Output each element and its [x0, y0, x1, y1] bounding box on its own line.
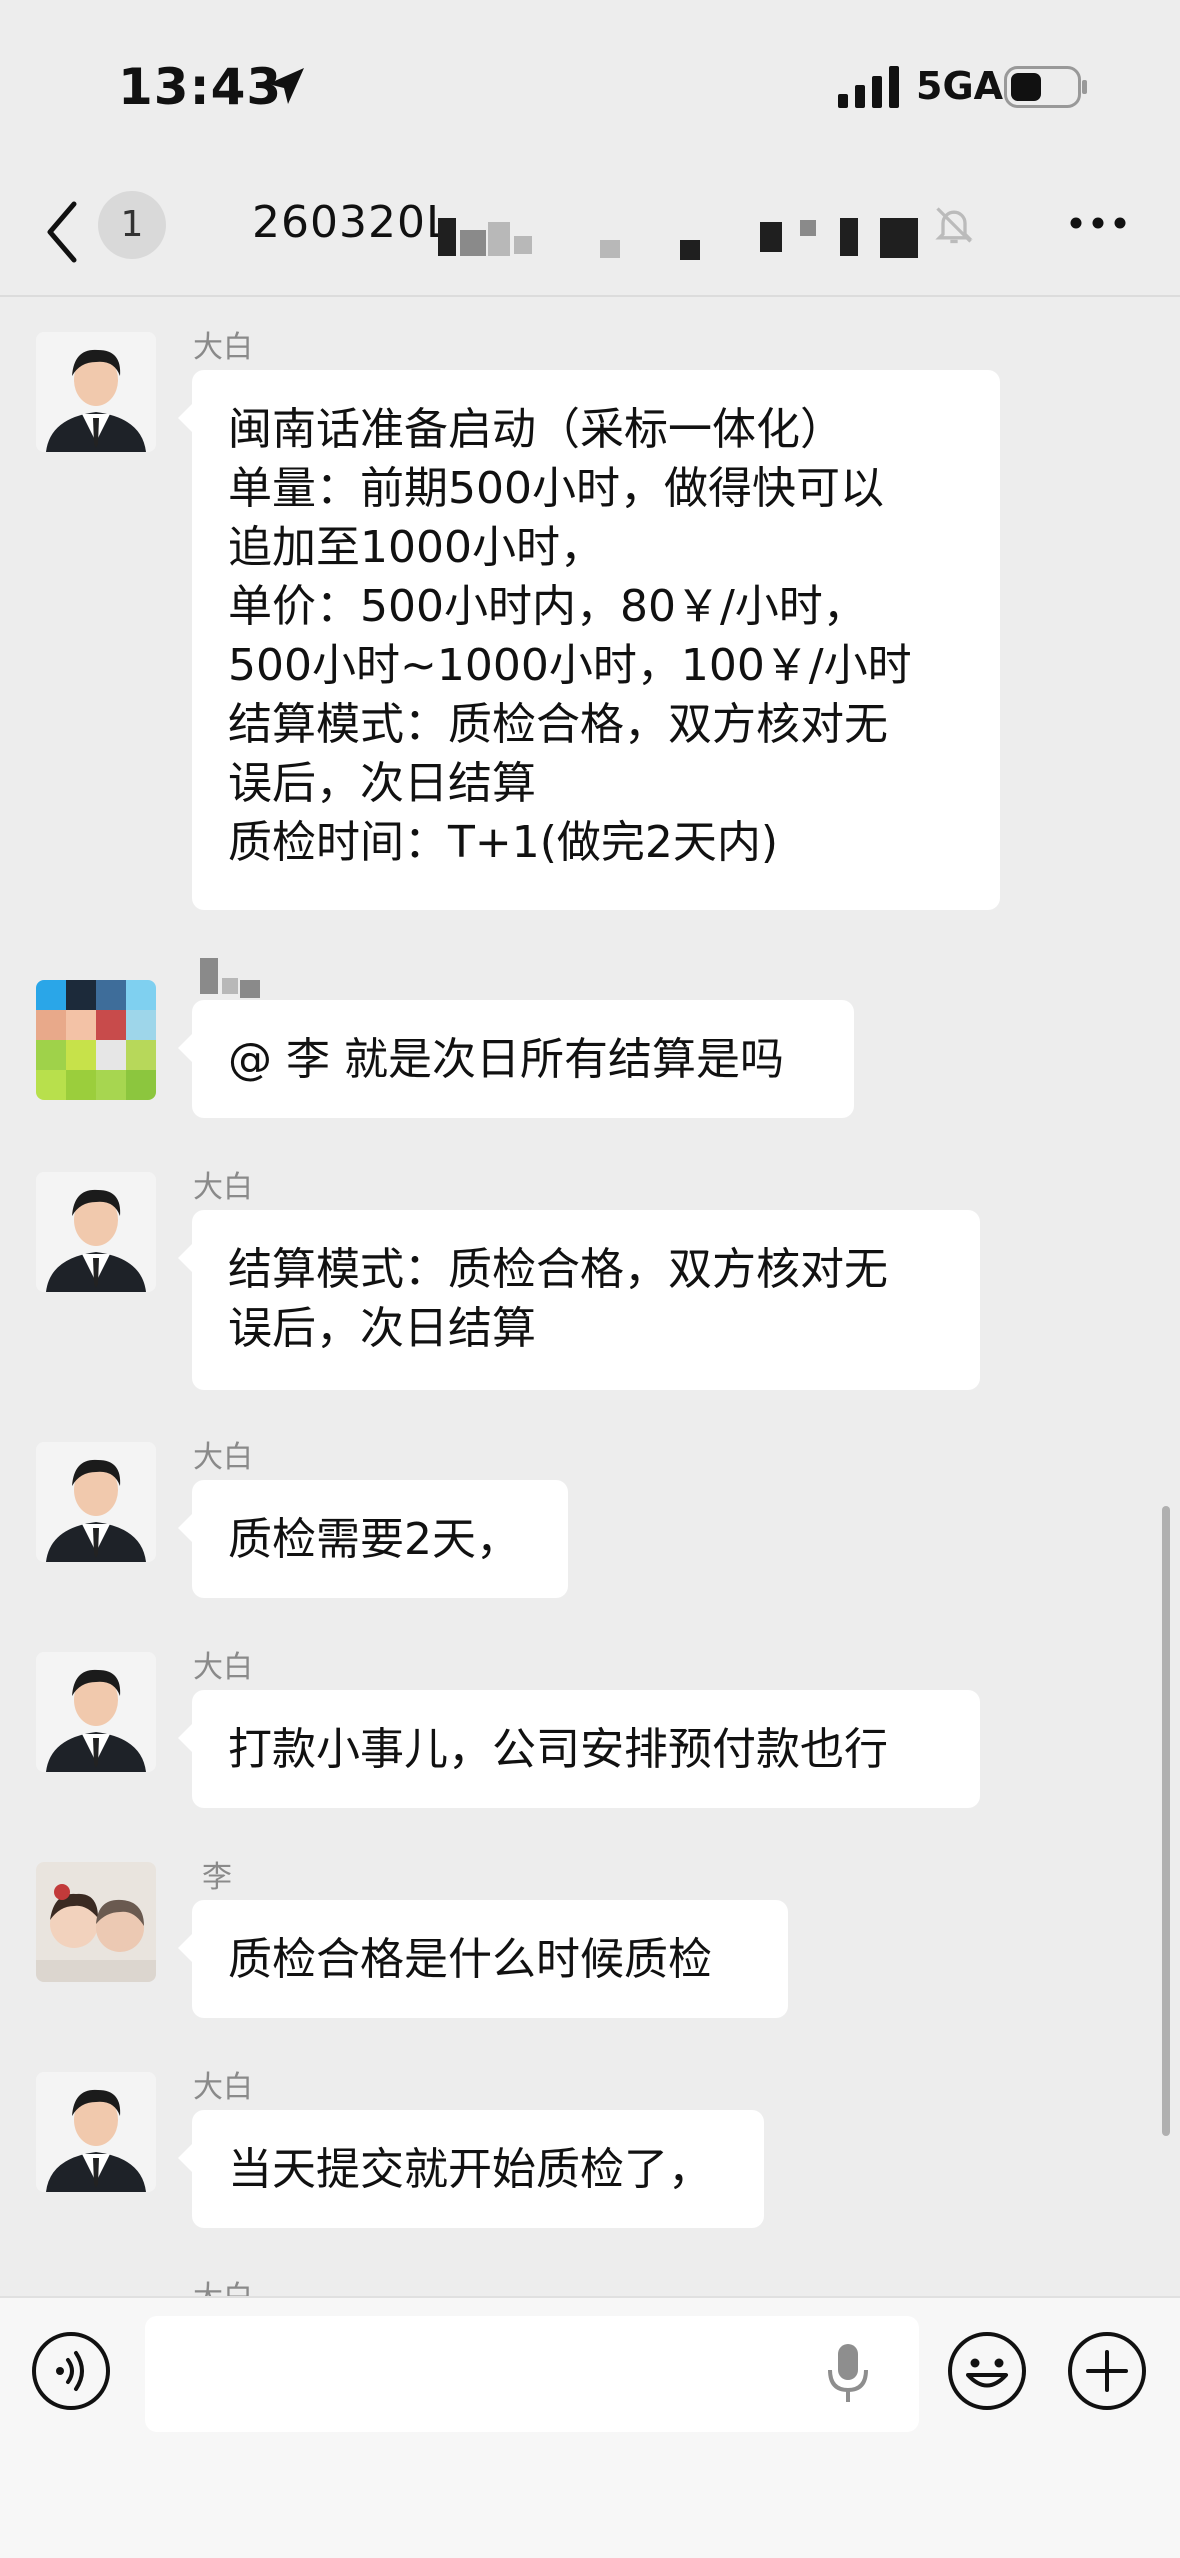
network-label: 5GA: [916, 64, 1004, 108]
avatar[interactable]: [36, 1862, 156, 1982]
status-time: 13:43: [118, 58, 283, 116]
voice-icon[interactable]: [30, 2330, 112, 2412]
sender-name: 大白: [193, 1650, 253, 1685]
status-bar: 13:43 5GA: [0, 0, 1180, 170]
avatar[interactable]: [36, 1172, 156, 1292]
avatar[interactable]: [36, 1442, 156, 1562]
sender-name: 大白: [193, 330, 253, 365]
person-avatar-icon: [36, 1652, 156, 1772]
message-bubble[interactable]: @ 李 就是次日所有结算是吗: [178, 1000, 854, 1118]
message-bubble[interactable]: 当天提交就开始质检了，: [178, 2110, 764, 2228]
message-line: 误后，次日结算: [228, 1303, 536, 1354]
message-line: 误后，次日结算: [228, 758, 536, 809]
battery-icon: [1004, 66, 1087, 108]
message-line: 闽南话准备启动（采标一体化）: [228, 404, 844, 455]
message-line: 打款小事儿，公司安排预付款也行: [228, 1724, 888, 1775]
message-item: 大白: [0, 2280, 1180, 2296]
avatar[interactable]: [36, 1652, 156, 1772]
message-line: 单价：500小时内，80￥/小时，: [228, 581, 867, 632]
more-icon[interactable]: [1068, 214, 1128, 232]
back-icon[interactable]: [42, 198, 82, 266]
message-input[interactable]: [145, 2316, 919, 2432]
avatar[interactable]: [36, 980, 156, 1100]
message-line: 质检合格是什么时候质检: [228, 1934, 712, 1985]
message-line: 当天提交就开始质检了，: [228, 2144, 712, 2195]
message-bubble[interactable]: 质检需要2天，: [178, 1480, 568, 1598]
microphone-icon[interactable]: [822, 2340, 874, 2406]
sender-name: 李: [202, 1860, 232, 1895]
person-avatar-icon: [36, 1172, 156, 1292]
message-bubble[interactable]: 质检合格是什么时候质检: [178, 1900, 788, 2018]
kids-photo-avatar-icon: [36, 1862, 156, 1982]
emoji-icon[interactable]: [946, 2330, 1028, 2412]
avatar[interactable]: [36, 2072, 156, 2192]
message-bubble[interactable]: 闽南话准备启动（采标一体化） 单量：前期500小时，做得快可以 追加至1000小…: [178, 370, 1000, 910]
sender-name: 大白: [193, 2272, 253, 2296]
message-line: 追加至1000小时，: [228, 522, 604, 573]
person-avatar-icon: [36, 332, 156, 452]
signal-icon: [838, 66, 899, 108]
message-line: 质检时间：T+1(做完2天内): [228, 817, 779, 868]
avatar[interactable]: [36, 332, 156, 452]
chat-nav-bar: [0, 170, 1180, 297]
message-bubble[interactable]: 打款小事儿，公司安排预付款也行: [178, 1690, 980, 1808]
message-line: 结算模式：质检合格，双方核对无: [228, 699, 888, 750]
message-line: 500小时~1000小时，100￥/小时: [228, 640, 912, 691]
unread-count-badge[interactable]: 1: [98, 191, 166, 259]
mute-bell-icon: [935, 207, 973, 244]
message-line: @ 李 就是次日所有结算是吗: [228, 1034, 784, 1085]
location-arrow-icon: [268, 68, 304, 104]
sender-name: 大白: [193, 1170, 253, 1205]
message-line: 质检需要2天，: [228, 1514, 520, 1565]
message-line: 单量：前期500小时，做得快可以: [228, 463, 884, 514]
chat-title[interactable]: 260320L: [252, 197, 451, 248]
person-avatar-icon: [36, 1442, 156, 1562]
message-bubble[interactable]: 结算模式：质检合格，双方核对无 误后，次日结算: [178, 1210, 980, 1390]
person-avatar-icon: [36, 2072, 156, 2192]
scrollbar[interactable]: [1162, 1506, 1170, 2136]
plus-icon[interactable]: [1066, 2330, 1148, 2412]
sender-name: 大白: [193, 2070, 253, 2105]
pixelated-avatar-icon: [36, 980, 156, 1100]
sender-name: 大白: [193, 1440, 253, 1475]
message-line: 结算模式：质检合格，双方核对无: [228, 1244, 888, 1295]
